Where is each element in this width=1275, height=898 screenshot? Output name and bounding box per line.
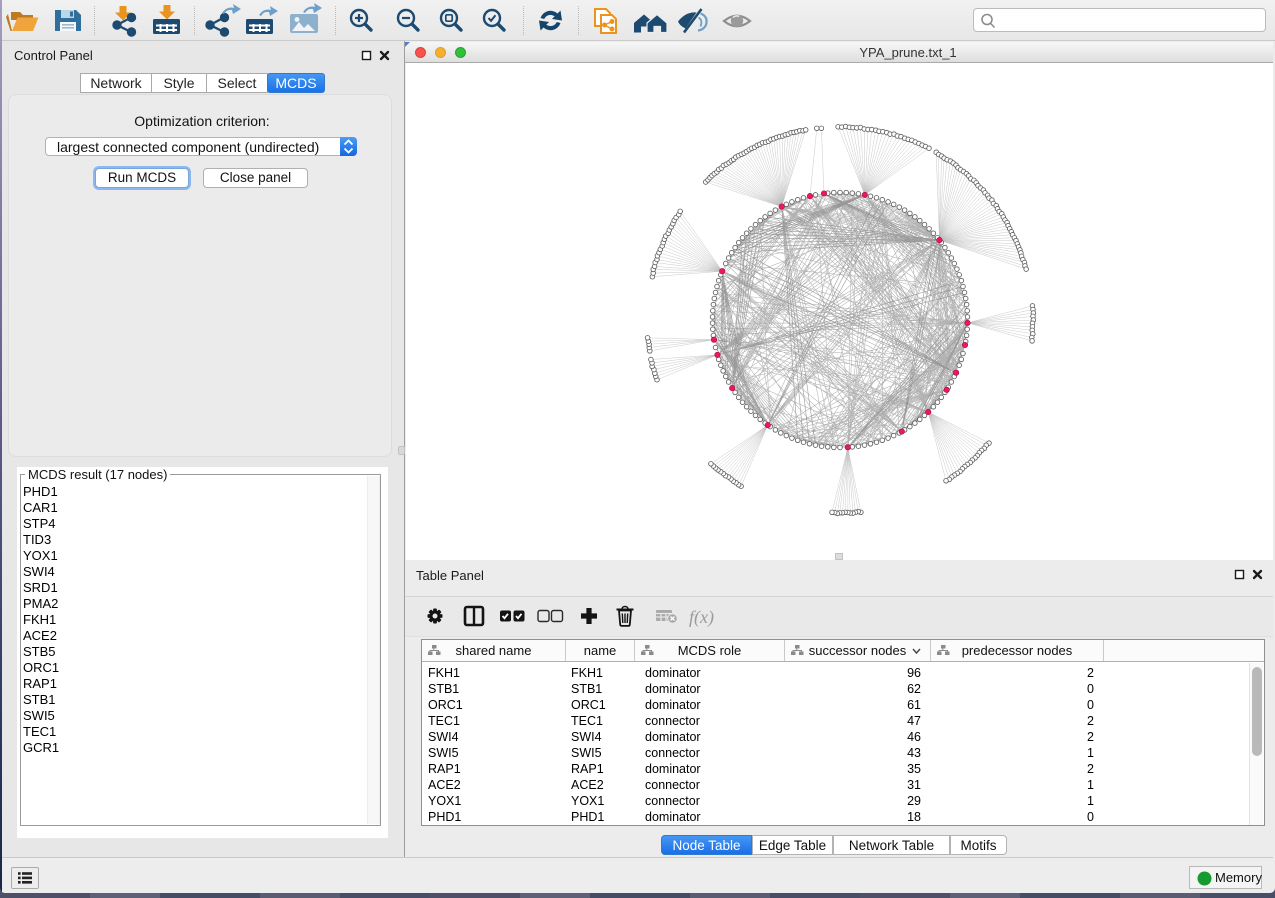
svg-text:f(x): f(x) (689, 607, 714, 628)
